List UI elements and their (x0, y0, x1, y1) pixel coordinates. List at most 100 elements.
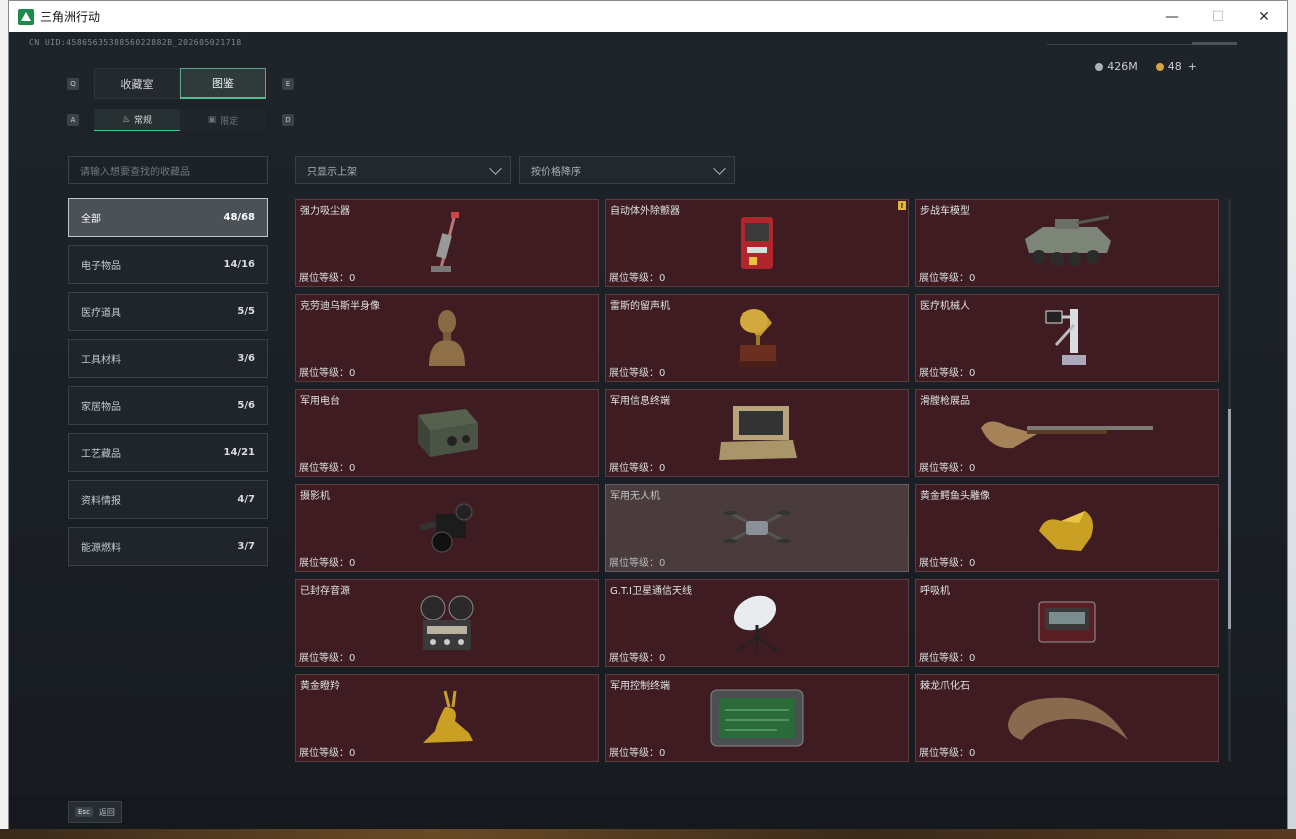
category-household[interactable]: 家居物品 5/6 (68, 386, 268, 425)
gold-gazelle-icon (423, 690, 473, 743)
window-title: 三角洲行动 (40, 10, 101, 24)
category-count: 5/6 (237, 400, 255, 411)
desktop-bottom-edge (0, 829, 1296, 839)
category-medical[interactable]: 医疗道具 5/5 (68, 292, 268, 331)
gold-amount: 48 (1167, 60, 1182, 73)
display-level: 展位等级：0 (919, 368, 976, 379)
display-level: 展位等级：0 (299, 653, 356, 664)
category-count: 14/21 (223, 447, 255, 458)
collectible-name: 医疗机械人 (920, 301, 970, 312)
search-input[interactable]: 请输入想要查找的收藏品 (68, 156, 268, 184)
category-all[interactable]: 全部 48/68 (68, 198, 268, 237)
game-window: 三角洲行动 — ☐ ✕ CN UID:4586563538856022882B_… (8, 0, 1288, 829)
category-count: 48/68 (223, 212, 255, 223)
category-electronics[interactable]: 电子物品 14/16 (68, 245, 268, 284)
warning-icon: ! (898, 201, 906, 210)
display-level: 展位等级：0 (919, 463, 976, 474)
chevron-down-icon (713, 162, 726, 175)
defibrillator-icon (741, 217, 773, 269)
collectible-card[interactable]: 军用信息终端 展位等级：0 (605, 389, 909, 477)
collectible-card-highlighted[interactable]: 军用无人机 展位等级：0 (605, 484, 909, 572)
collectible-name: 克劳迪乌斯半身像 (300, 301, 380, 312)
category-crafts[interactable]: 工艺藏品 14/21 (68, 433, 268, 472)
collectible-card[interactable]: 黄金鳄鱼头雕像 展位等级：0 (915, 484, 1219, 572)
display-level: 展位等级：0 (609, 368, 666, 379)
collectible-card[interactable]: G.T.I卫星通信天线 展位等级：0 (605, 579, 909, 667)
subtab-regular[interactable]: ♨ 常规 (94, 109, 180, 131)
collectible-name: 步战车模型 (920, 206, 970, 217)
sort-value: 按价格降序 (531, 166, 581, 178)
back-label: 返回 (98, 807, 115, 817)
silver-amount: 426M (1107, 60, 1138, 73)
sort-dropdown[interactable]: 按价格降序 (519, 156, 735, 184)
display-level: 展位等级：0 (299, 558, 356, 569)
camera-icon (419, 503, 473, 553)
category-energy[interactable]: 能源燃料 3/7 (68, 527, 268, 566)
display-level: 展位等级：0 (299, 748, 356, 759)
bottom-bar (9, 795, 1287, 829)
collectible-name: 雷斯的留声机 (610, 301, 670, 312)
collectible-card[interactable]: 黄金瞪羚 展位等级：0 (295, 674, 599, 762)
gold-currency: 48 + (1155, 60, 1197, 73)
collectible-name: 强力吸尘器 (300, 206, 350, 217)
collectible-card[interactable]: 棘龙爪化石 展位等级：0 (915, 674, 1219, 762)
category-count: 3/6 (237, 353, 255, 364)
collectible-card[interactable]: 军用电台 展位等级：0 (295, 389, 599, 477)
category-label: 电子物品 (81, 261, 121, 272)
shelf-filter-dropdown[interactable]: 只显示上架 (295, 156, 511, 184)
collectible-card[interactable]: 步战车模型 展位等级：0 (915, 199, 1219, 287)
category-intel[interactable]: 资料情报 4/7 (68, 480, 268, 519)
regular-icon: ♨ (121, 114, 131, 125)
collectible-card[interactable]: 滑膛枪展品 展位等级：0 (915, 389, 1219, 477)
collectible-name: 军用信息终端 (610, 396, 670, 407)
title-bar: 三角洲行动 — ☐ ✕ (9, 1, 1287, 32)
vacuum-icon (431, 212, 459, 272)
collectible-name: 棘龙爪化石 (920, 681, 970, 692)
reel-recorder-icon (420, 595, 474, 650)
collectible-name: 军用电台 (300, 396, 340, 407)
collectible-card[interactable]: 雷斯的留声机 展位等级：0 (605, 294, 909, 382)
category-tools[interactable]: 工具材料 3/6 (68, 339, 268, 378)
collectible-name: 摄影机 (300, 491, 330, 502)
display-level: 展位等级：0 (919, 748, 976, 759)
shelf-filter-value: 只显示上架 (307, 166, 357, 178)
category-count: 3/7 (237, 541, 255, 552)
sub-tabs: ♨ 常规 ▣ 限定 (94, 109, 266, 131)
collectible-name: G.T.I卫星通信天线 (610, 586, 692, 597)
currency-display: 426M 48 + (1095, 60, 1197, 73)
subtab-limited[interactable]: ▣ 限定 (180, 109, 266, 131)
scroll-thumb[interactable] (1228, 409, 1231, 629)
display-level: 展位等级：0 (919, 558, 976, 569)
key-hint-a: A (67, 114, 79, 126)
collectible-card[interactable]: 已封存音源 展位等级：0 (295, 579, 599, 667)
key-hint-d: D (282, 114, 294, 126)
drone-icon (723, 511, 791, 543)
display-level: 展位等级：0 (609, 273, 666, 284)
display-level: 展位等级：0 (299, 463, 356, 474)
terminal-icon (719, 406, 797, 460)
collectible-card[interactable]: 强力吸尘器 展位等级：0 (295, 199, 599, 287)
gramophone-icon (738, 309, 778, 367)
add-currency-button[interactable]: + (1188, 60, 1197, 73)
display-level: 展位等级：0 (609, 463, 666, 474)
collectible-card[interactable]: 摄影机 展位等级：0 (295, 484, 599, 572)
maximize-button[interactable]: ☐ (1195, 1, 1241, 32)
app-logo-icon (18, 8, 34, 25)
collectible-name: 自动体外除颤器 (610, 206, 680, 217)
back-button[interactable]: Esc 返回 (68, 801, 122, 823)
collectible-card[interactable]: 医疗机械人 展位等级：0 (915, 294, 1219, 382)
ifv-model-icon (1025, 215, 1111, 266)
category-label: 资料情报 (81, 496, 121, 507)
tab-collection-room[interactable]: 收藏室 (94, 68, 180, 99)
close-button[interactable]: ✕ (1241, 1, 1287, 32)
minimize-button[interactable]: — (1149, 1, 1195, 32)
collectible-card[interactable]: 自动体外除颤器 ! 展位等级：0 (605, 199, 909, 287)
collectible-card[interactable]: 军用控制终端 展位等级：0 (605, 674, 909, 762)
bust-icon (429, 310, 465, 366)
collectible-card[interactable]: 呼吸机 展位等级：0 (915, 579, 1219, 667)
collectible-card[interactable]: 克劳迪乌斯半身像 展位等级：0 (295, 294, 599, 382)
grid-scrollbar[interactable] (1228, 199, 1231, 761)
tab-codex[interactable]: 图鉴 (180, 68, 266, 99)
collectible-name: 已封存音源 (300, 586, 350, 597)
claw-fossil-icon (1008, 697, 1128, 740)
